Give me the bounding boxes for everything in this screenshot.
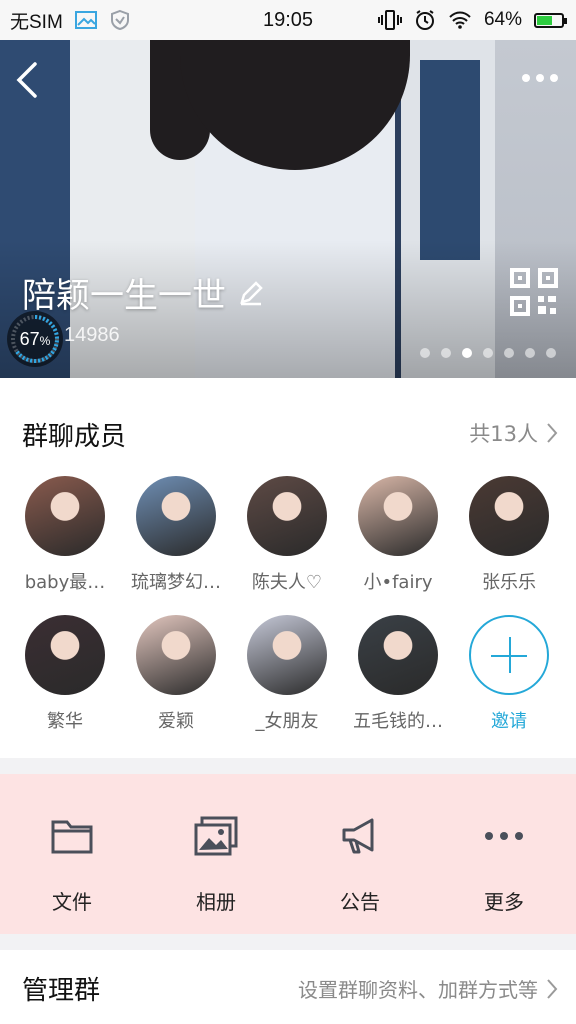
- member-avatar: [247, 476, 327, 556]
- member-item[interactable]: baby最…: [10, 476, 120, 594]
- announcement-button[interactable]: 公告: [288, 774, 432, 934]
- page-dot: [546, 348, 556, 358]
- battery-level: [537, 15, 553, 25]
- members-title: 群聊成员: [22, 422, 127, 452]
- chevron-right-icon: [547, 423, 558, 443]
- qr-code-icon[interactable]: [510, 268, 558, 316]
- group-actions-bar: 文件 相册 公告 更多: [0, 774, 576, 934]
- status-left: 无SIM: [10, 0, 131, 40]
- battery-icon: [534, 12, 567, 28]
- manage-group-row[interactable]: 管理群 设置群聊资料、加群方式等: [0, 950, 576, 1024]
- megaphone-icon: [338, 814, 382, 858]
- vibrate-icon: [377, 10, 402, 30]
- cover-page-indicator: [420, 348, 556, 358]
- manage-group-description: 设置群聊资料、加群方式等: [298, 974, 558, 1003]
- member-item[interactable]: _女朋友: [232, 615, 342, 733]
- gallery-notification-icon: [74, 11, 97, 29]
- page-dot: [441, 348, 451, 358]
- member-item[interactable]: 繁华: [10, 615, 120, 733]
- group-id: 14986: [64, 324, 120, 346]
- member-name: 陈夫人♡: [251, 572, 323, 593]
- member-avatar: [358, 476, 438, 556]
- edit-pencil-icon[interactable]: [238, 280, 264, 306]
- page-dot: [462, 348, 472, 358]
- folder-icon: [50, 814, 94, 858]
- member-name: _女朋友: [255, 711, 319, 732]
- plus-icon: [469, 615, 549, 695]
- chevron-right-icon: [547, 978, 558, 999]
- member-item[interactable]: 琉璃梦幻…: [121, 476, 231, 594]
- level-number: 67: [19, 328, 40, 349]
- page-dot: [525, 348, 535, 358]
- member-name: 小•fairy: [363, 572, 433, 593]
- invite-button[interactable]: 邀请: [454, 615, 564, 733]
- member-avatar: [358, 615, 438, 695]
- member-item[interactable]: 五毛钱的…: [343, 615, 453, 733]
- member-item[interactable]: 小•fairy: [343, 476, 453, 594]
- members-section: 群聊成员 共13人 baby最… 琉璃梦幻… 陈夫人♡ 小•fairy 张乐乐繁华 爱颖 _…: [0, 378, 576, 758]
- photo-album-icon: [194, 814, 238, 858]
- member-item[interactable]: 陈夫人♡: [232, 476, 342, 594]
- member-avatar: [25, 476, 105, 556]
- member-name: 五毛钱的…: [353, 711, 443, 732]
- carrier-label: 无SIM: [10, 11, 63, 33]
- member-avatar: [25, 615, 105, 695]
- member-name: 爱颖: [158, 711, 194, 732]
- invite-label: 邀请: [491, 711, 527, 732]
- more-dots-icon: [482, 814, 526, 858]
- member-name: 繁华: [47, 711, 83, 732]
- member-name: 张乐乐: [482, 572, 536, 593]
- more-options-button[interactable]: [518, 62, 562, 94]
- members-count-link[interactable]: 共13人: [469, 418, 558, 448]
- alarm-icon: [415, 10, 434, 30]
- member-name: baby最…: [24, 572, 106, 593]
- more-dots-icon: [522, 74, 558, 82]
- status-right: 64%: [377, 0, 567, 40]
- wifi-icon: [449, 11, 471, 29]
- manage-description-text: 设置群聊资料、加群方式等: [298, 978, 538, 1002]
- cover-jacket-stripe: [420, 60, 480, 260]
- page-dot: [483, 348, 493, 358]
- status-bar: 无SIM 19:05 64%: [0, 0, 576, 40]
- chevron-left-icon: [16, 62, 37, 98]
- group-cover-photo[interactable]: [0, 0, 576, 378]
- member-avatar: [247, 615, 327, 695]
- page-dot: [504, 348, 514, 358]
- files-label: 文件: [52, 890, 92, 914]
- battery-percent: 64%: [483, 9, 522, 30]
- album-button[interactable]: 相册: [144, 774, 288, 934]
- member-avatar: [136, 476, 216, 556]
- member-item[interactable]: 张乐乐: [454, 476, 564, 594]
- group-profile-screen: 无SIM 19:05 64% 陪颖一生一世 67 % 14986 群聊成员 共1…: [0, 0, 576, 1024]
- member-avatar: [136, 615, 216, 695]
- more-label: 更多: [484, 890, 524, 914]
- announcement-label: 公告: [340, 890, 380, 914]
- shield-icon: [110, 9, 129, 31]
- member-name: 琉璃梦幻…: [131, 572, 221, 593]
- more-button[interactable]: 更多: [432, 774, 576, 934]
- member-item[interactable]: 爱颖: [121, 615, 231, 733]
- page-dot: [420, 348, 430, 358]
- files-button[interactable]: 文件: [0, 774, 144, 934]
- manage-group-title: 管理群: [22, 976, 101, 1006]
- album-label: 相册: [196, 890, 236, 914]
- member-avatar: [469, 476, 549, 556]
- level-unit: %: [39, 334, 51, 348]
- back-button[interactable]: [8, 58, 44, 102]
- group-level-value: 67%: [6, 310, 64, 368]
- members-count: 共13人: [469, 422, 538, 446]
